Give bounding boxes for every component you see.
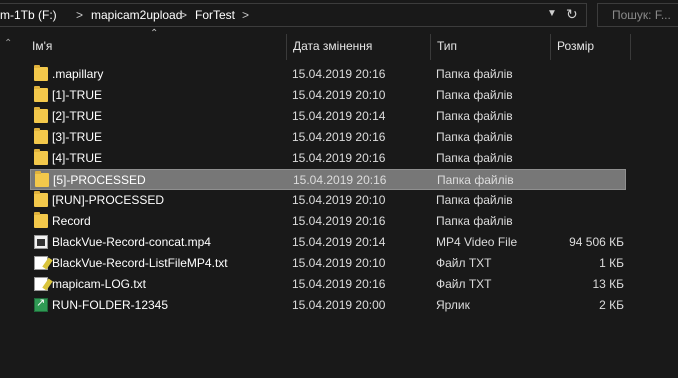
chevron-down-icon[interactable]: ▼	[547, 8, 557, 19]
file-type: Папка файлів	[436, 214, 513, 228]
file-size: 2 КБ	[599, 298, 624, 312]
chevron-right-icon[interactable]: >	[180, 8, 187, 22]
folder-icon	[34, 128, 48, 144]
file-type: Папка файлів	[437, 173, 514, 187]
column-header-size[interactable]: Розмір	[553, 34, 629, 60]
file-date: 15.04.2019 20:14	[292, 235, 386, 249]
file-type: Папка файлів	[436, 67, 513, 81]
folder-icon	[34, 107, 48, 123]
file-date: 15.04.2019 20:14	[292, 109, 386, 123]
file-row[interactable]: [3]-TRUE 15.04.2019 20:16 Папка файлів	[30, 127, 626, 148]
address-bar[interactable]: m-1Tb (F:) > mapicam2upload > ForTest > …	[0, 3, 587, 27]
file-size: 13 КБ	[592, 277, 624, 291]
folder-icon	[34, 212, 48, 228]
file-type: Файл TXT	[436, 256, 492, 270]
shortcut-icon	[34, 296, 48, 312]
file-date: 15.04.2019 20:16	[292, 67, 386, 81]
file-name: mapicam-LOG.txt	[52, 277, 147, 291]
file-type: Папка файлів	[436, 88, 513, 102]
file-row[interactable]: [5]-PROCESSED 15.04.2019 20:16 Папка файлі…	[30, 169, 626, 190]
file-date: 15.04.2019 20:16	[292, 151, 386, 165]
file-type: Папка файлів	[436, 130, 513, 144]
search-placeholder: Пошук: F...	[612, 8, 671, 22]
refresh-icon[interactable]: ↻	[566, 6, 578, 23]
file-size: 94 506 КБ	[569, 235, 624, 249]
file-row[interactable]: [1]-TRUE 15.04.2019 20:10 Папка файлів	[30, 85, 626, 106]
column-divider[interactable]	[430, 34, 431, 60]
folder-icon	[34, 86, 48, 102]
file-date: 15.04.2019 20:16	[292, 277, 386, 291]
file-row[interactable]: Record 15.04.2019 20:16 Папка файлів	[30, 211, 626, 232]
file-name: [4]-TRUE	[52, 151, 103, 165]
file-date: 15.04.2019 20:00	[292, 298, 386, 312]
file-type: Файл TXT	[436, 277, 492, 291]
video-file-icon	[34, 235, 48, 249]
file-name: [1]-TRUE	[52, 88, 103, 102]
folder-icon	[34, 65, 48, 81]
chevron-right-icon[interactable]: >	[242, 8, 249, 22]
file-row[interactable]: [4]-TRUE 15.04.2019 20:16 Папка файлів	[30, 148, 626, 169]
file-name: [5]-PROCESSED	[53, 173, 146, 187]
column-header-name[interactable]: Ім'я	[28, 34, 286, 60]
file-date: 15.04.2019 20:10	[292, 256, 386, 270]
file-row[interactable]: BlackVue-Record-ListFileMP4.txt 15.04.201…	[30, 253, 626, 274]
file-row[interactable]: mapicam-LOG.txt 15.04.2019 20:16 Файл TXT 1…	[30, 274, 626, 295]
file-name: BlackVue-Record-ListFileMP4.txt	[52, 256, 228, 270]
file-explorer-window: m-1Tb (F:) > mapicam2upload > ForTest > …	[0, 0, 678, 378]
file-date: 15.04.2019 20:16	[292, 214, 386, 228]
file-row[interactable]: [RUN]-PROCESSED 15.04.2019 20:10 Папка фай…	[30, 190, 626, 211]
file-name: .mapillary	[52, 67, 104, 81]
breadcrumb-drive[interactable]: m-1Tb (F:)	[0, 8, 57, 22]
breadcrumb-fortest[interactable]: ForTest	[195, 8, 235, 22]
folder-icon	[34, 191, 48, 207]
folder-icon	[35, 171, 49, 187]
file-type: Папка файлів	[436, 193, 513, 207]
file-type: Папка файлів	[436, 151, 513, 165]
column-headers: ⌃ Ім'я Дата змінення Тип Розмір	[0, 28, 678, 60]
file-name: Record	[52, 214, 91, 228]
file-date: 15.04.2019 20:10	[292, 88, 386, 102]
folder-icon	[34, 149, 48, 165]
file-type: Ярлик	[436, 298, 470, 312]
file-name: BlackVue-Record-concat.mp4	[52, 235, 211, 249]
chevron-right-icon[interactable]: >	[76, 8, 83, 22]
file-date: 15.04.2019 20:10	[292, 193, 386, 207]
file-name: [2]-TRUE	[52, 109, 103, 123]
file-date: 15.04.2019 20:16	[292, 130, 386, 144]
breadcrumb-mapicam2upload[interactable]: mapicam2upload	[91, 8, 182, 22]
file-size: 1 КБ	[599, 256, 624, 270]
file-date: 15.04.2019 20:16	[293, 173, 387, 187]
file-row[interactable]: BlackVue-Record-concat.mp4 15.04.2019 20:…	[30, 232, 626, 253]
column-divider[interactable]	[286, 34, 287, 60]
text-file-icon	[34, 256, 48, 270]
column-divider[interactable]	[550, 34, 551, 60]
column-header-type[interactable]: Тип	[433, 34, 548, 60]
file-row[interactable]: [2]-TRUE 15.04.2019 20:14 Папка файлів	[30, 106, 626, 127]
file-row[interactable]: RUN-FOLDER-12345 15.04.2019 20:00 Ярлик 2 К…	[30, 295, 626, 316]
column-divider[interactable]	[630, 34, 631, 60]
column-header-date[interactable]: Дата змінення	[289, 34, 429, 60]
text-file-icon	[34, 277, 48, 291]
file-name: [3]-TRUE	[52, 130, 103, 144]
file-name: [RUN]-PROCESSED	[52, 193, 165, 207]
search-input[interactable]: Пошук: F...	[597, 3, 678, 27]
file-name: RUN-FOLDER-12345	[52, 298, 169, 312]
file-type: Папка файлів	[436, 109, 513, 123]
file-type: MP4 Video File	[436, 235, 518, 249]
file-row[interactable]: .mapillary 15.04.2019 20:16 Папка файлів	[30, 64, 626, 85]
